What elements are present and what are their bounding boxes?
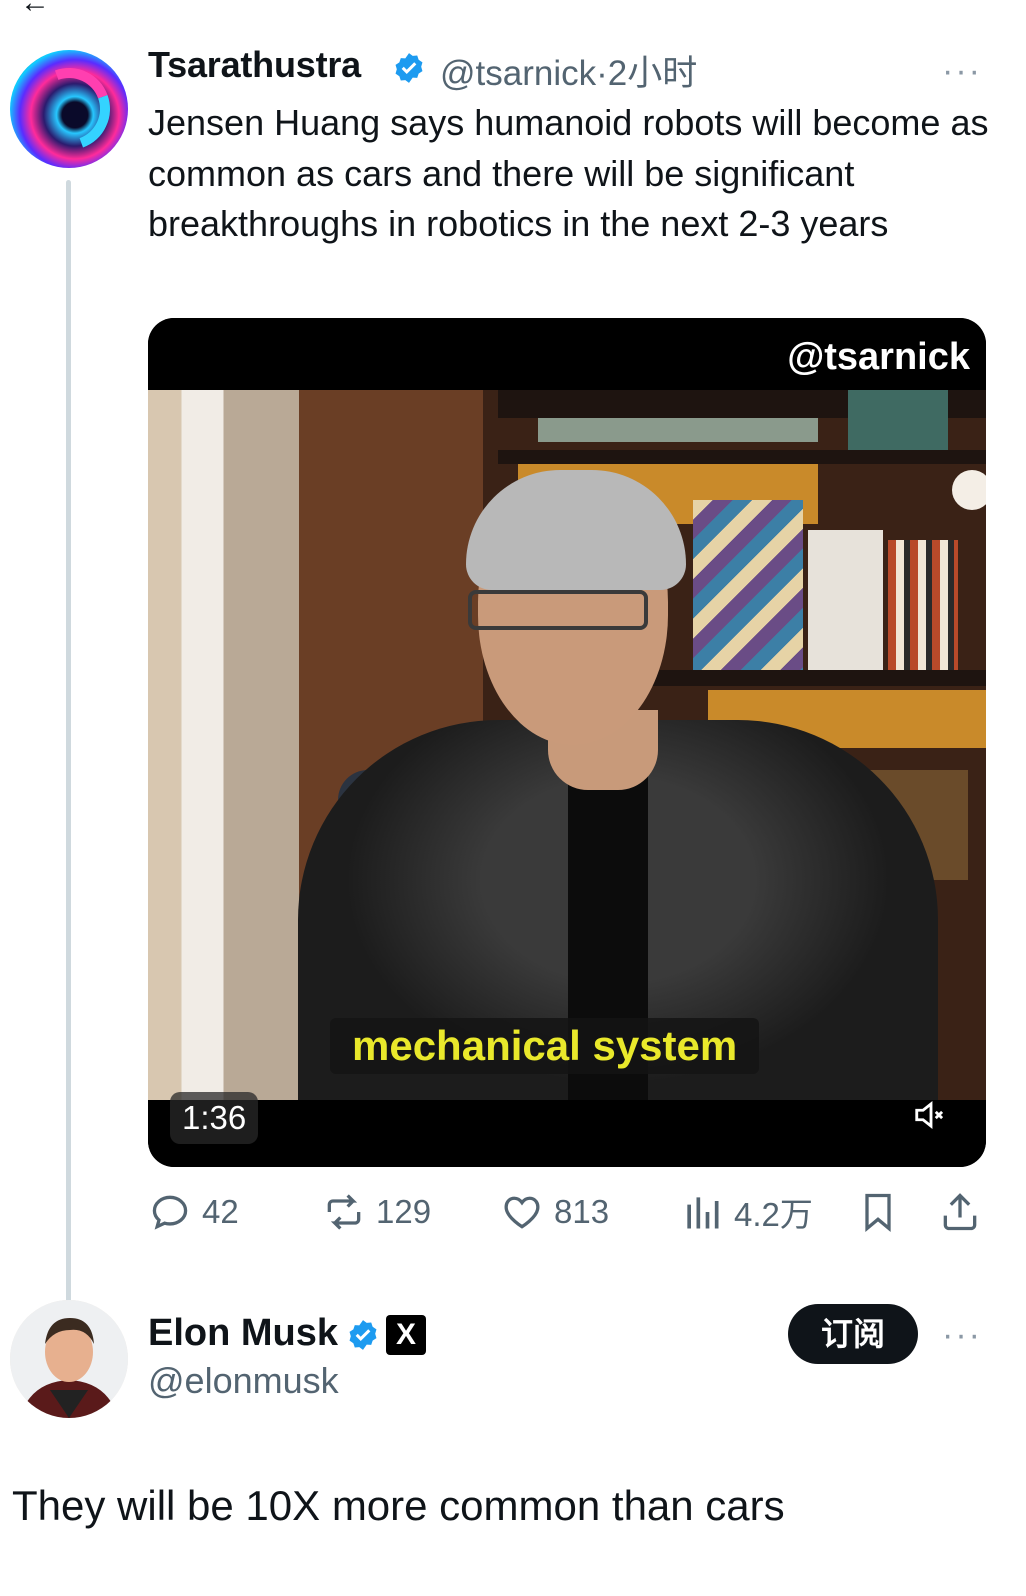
handle-and-time: @tsarnick·2小时 (440, 45, 697, 96)
timestamp[interactable]: 2小时 (608, 54, 697, 93)
repost-count: 129 (376, 1193, 432, 1230)
avatar[interactable] (10, 1300, 128, 1418)
subscribe-button[interactable]: 订阅 (788, 1304, 918, 1364)
separator: · (596, 54, 608, 93)
author-name[interactable]: Tsarathustra (148, 44, 361, 86)
shelf-board (498, 450, 986, 464)
shelf-item (888, 540, 958, 670)
like-button[interactable]: 813 (500, 1190, 609, 1234)
views-count: 4.2万 (734, 1196, 813, 1233)
views-icon (687, 1197, 719, 1229)
avatar[interactable] (10, 50, 128, 168)
video-letterbox-top: @tsarnick (148, 318, 986, 390)
repost-button[interactable]: 129 (322, 1190, 431, 1234)
glasses (468, 590, 648, 630)
more-icon[interactable]: ··· (942, 52, 982, 91)
views-button[interactable]: 4.2万 (680, 1190, 813, 1234)
like-icon (504, 1196, 540, 1229)
reply-icon (152, 1195, 188, 1230)
avatar-swirl (14, 54, 124, 164)
bookmark-button[interactable] (856, 1190, 900, 1234)
tweet-text: Jensen Huang says humanoid robots will b… (148, 102, 989, 244)
video-caption: mechanical system (330, 1018, 760, 1074)
share-icon (943, 1193, 977, 1231)
video-player[interactable]: @tsarnick mechanical system 1:36 (148, 318, 986, 1167)
mute-icon[interactable] (912, 1096, 950, 1134)
shelf-item (848, 390, 948, 450)
back-arrow-icon[interactable]: ← (20, 0, 50, 14)
shelf-item (808, 530, 883, 670)
video-letterbox-bottom (148, 1100, 986, 1167)
video-watermark: @tsarnick (787, 336, 970, 378)
repost-icon (327, 1194, 361, 1230)
video-duration: 1:36 (170, 1092, 259, 1144)
share-button[interactable] (938, 1190, 982, 1234)
video-frame (148, 390, 986, 1100)
reply-button[interactable]: 42 (148, 1190, 239, 1234)
verified-badge-icon (346, 1318, 380, 1352)
shelf-item (693, 500, 803, 670)
flower-decor (952, 470, 986, 510)
verified-badge-icon (392, 51, 426, 85)
author-handle[interactable]: @elonmusk (148, 1360, 339, 1402)
reply-count: 42 (202, 1193, 239, 1230)
like-count: 813 (554, 1193, 610, 1230)
more-icon[interactable]: ··· (942, 1316, 982, 1355)
shelf-item (538, 418, 818, 442)
author-handle[interactable]: @tsarnick (440, 54, 596, 93)
bookmark-icon (865, 1193, 891, 1233)
author-name[interactable]: Elon Musk (148, 1312, 338, 1355)
x-logo-icon: X (386, 1315, 426, 1355)
thread-connector (66, 180, 71, 1318)
tweet-text: They will be 10X more common than cars (12, 1482, 785, 1529)
header-remnant: ← (0, 0, 1026, 14)
